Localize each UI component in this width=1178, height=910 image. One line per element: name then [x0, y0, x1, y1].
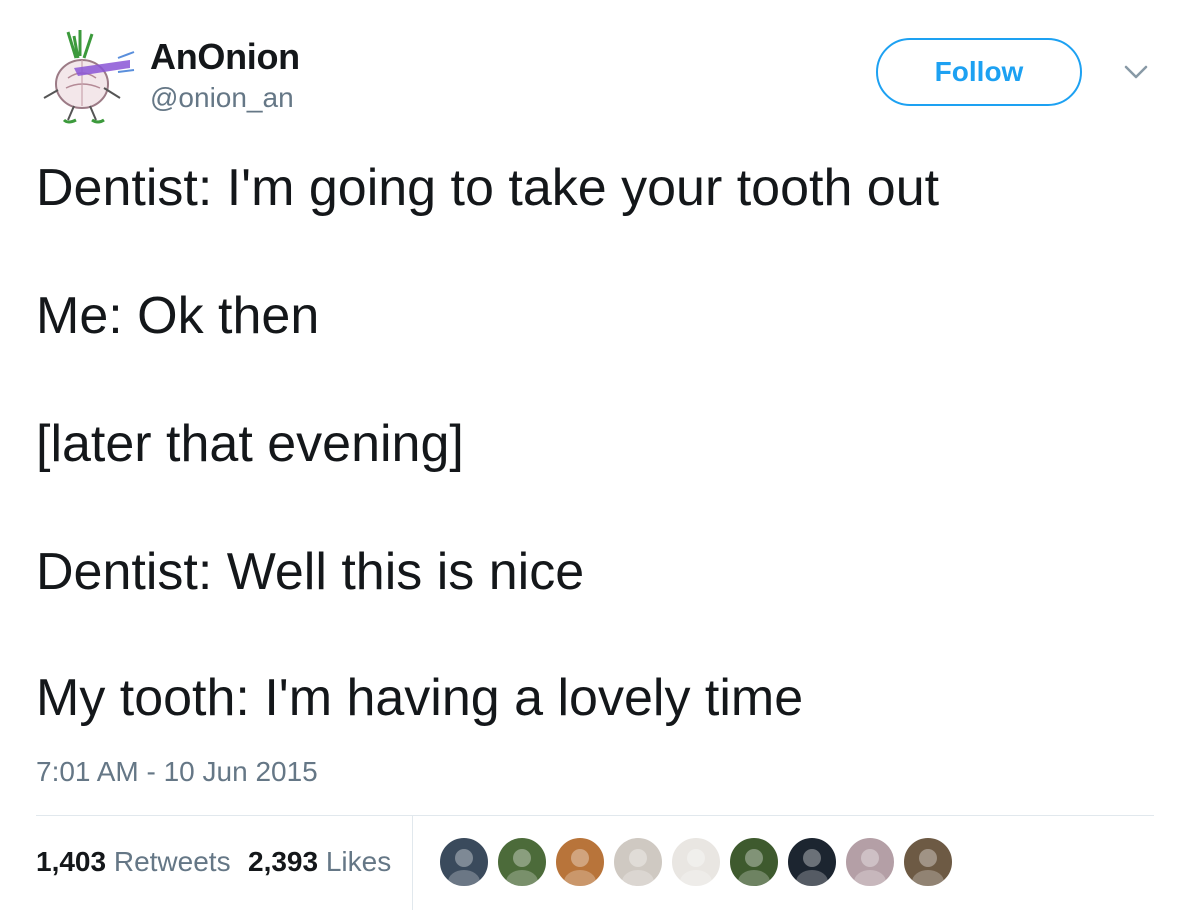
follow-button[interactable]: Follow — [876, 38, 1082, 106]
display-name[interactable]: AnOnion — [150, 36, 300, 78]
tweet-line: My tooth: I'm having a lovely time — [36, 669, 804, 727]
chevron-down-icon[interactable] — [1122, 62, 1150, 82]
tweet-line: [later that evening] — [36, 415, 464, 473]
liker-avatar-7[interactable] — [786, 836, 838, 888]
liker-avatar-9[interactable] — [902, 836, 954, 888]
retweets-label: Retweets — [113, 846, 231, 877]
liker-avatar-4[interactable] — [612, 836, 664, 888]
liker-avatar-6[interactable] — [728, 836, 780, 888]
liker-avatar-5[interactable] — [670, 836, 722, 888]
liker-avatar-2[interactable] — [496, 836, 548, 888]
stats-divider — [412, 816, 413, 910]
tweet-card: AnOnion @onion_an Follow Dentist: I'm go… — [0, 0, 1178, 910]
divider — [36, 815, 1154, 816]
user-handle[interactable]: @onion_an — [150, 82, 294, 114]
tweet-line: Dentist: Well this is nice — [36, 543, 585, 601]
liker-avatar-1[interactable] — [438, 836, 490, 888]
liker-avatar-3[interactable] — [554, 836, 606, 888]
likes-count: 2,393 — [248, 846, 319, 877]
liker-avatar-8[interactable] — [844, 836, 896, 888]
tweet-timestamp[interactable]: 7:01 AM - 10 Jun 2015 — [36, 756, 318, 788]
tweet-line: Dentist: I'm going to take your tooth ou… — [36, 159, 940, 217]
tweet-line: Me: Ok then — [36, 287, 320, 345]
retweets-count: 1,403 — [36, 846, 107, 877]
retweets-stat[interactable]: 1,403 Retweets — [36, 846, 231, 878]
onion-avatar-icon[interactable] — [38, 28, 136, 126]
likes-stat[interactable]: 2,393 Likes — [248, 846, 391, 878]
likes-label: Likes — [325, 846, 392, 877]
